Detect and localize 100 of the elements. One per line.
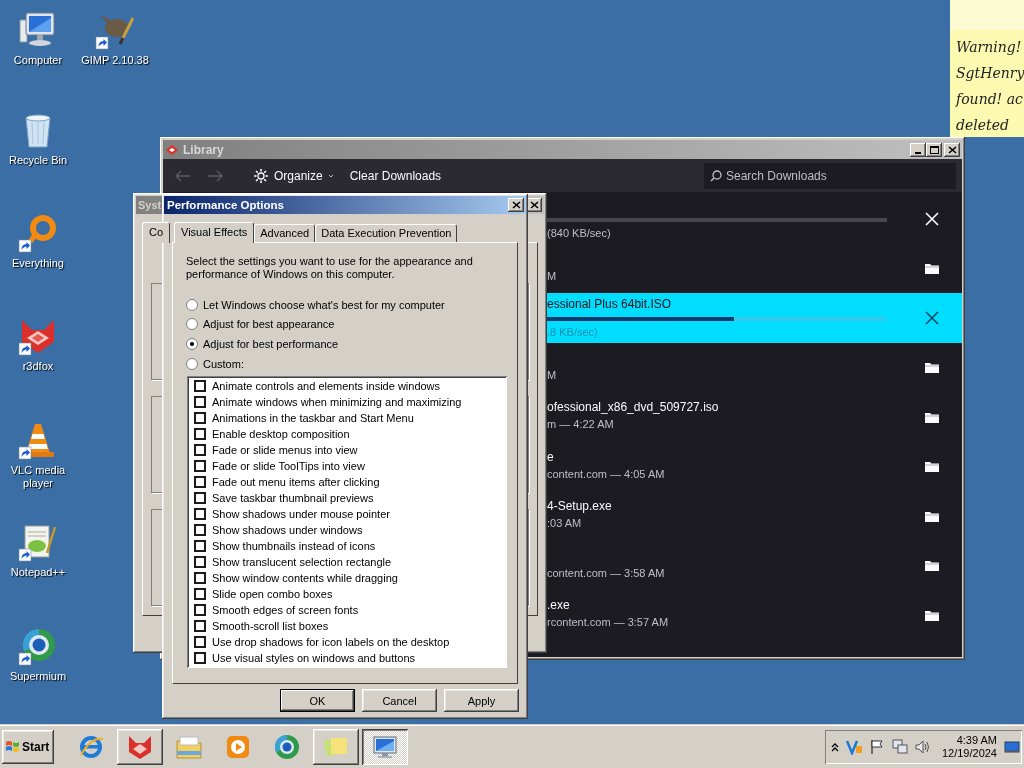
checkbox[interactable] — [194, 636, 206, 649]
desktop-icon-label[interactable]: Recycle Bin — [8, 154, 68, 167]
checkbox-label[interactable]: Slide open combo boxes — [212, 588, 333, 601]
checkbox-label[interactable]: Fade or slide ToolTips into view — [212, 460, 365, 473]
checkbox-label[interactable]: Use drop shadows for icon labels on the desktop — [212, 636, 450, 649]
checkbox-label[interactable]: Show shadows under mouse pointer — [212, 508, 390, 521]
checkbox-label[interactable]: Smooth-scroll list boxes — [212, 620, 329, 633]
app-icon[interactable] — [845, 738, 862, 755]
desktop-icon-label[interactable]: Everything — [12, 257, 64, 270]
checkbox[interactable] — [194, 652, 206, 665]
download-row[interactable]: M — [547, 243, 962, 293]
checkbox[interactable] — [194, 508, 206, 521]
radio-label[interactable]: Adjust for best performance — [203, 338, 339, 350]
download-row[interactable]: ofessional_x86_dvd_509727.iso m — 4:22 AM — [547, 392, 962, 442]
folder-icon[interactable] — [925, 559, 939, 572]
search-field[interactable]: Search Downloads — [704, 162, 956, 189]
app-icon — [165, 143, 179, 156]
radio-label[interactable]: Custom: — [203, 357, 244, 370]
checkbox[interactable] — [194, 380, 206, 393]
download-row[interactable]: (840 KB/sec) — [547, 194, 962, 244]
tab[interactable]: Advanced — [254, 224, 316, 242]
checkbox-label[interactable]: Enable desktop composition — [212, 428, 350, 441]
checkbox-label[interactable]: Save taskbar thumbnail previews — [212, 492, 374, 505]
download-row[interactable]: M — [547, 342, 962, 392]
checkbox-label[interactable]: Animations in the taskbar and Start Menu — [212, 412, 414, 425]
file-name: e — [547, 449, 555, 465]
tab[interactable]: Co — [142, 222, 171, 243]
clock-date[interactable]: 12/19/2024 — [941, 746, 997, 760]
checkbox-label[interactable]: Show thumbnails instead of icons — [212, 540, 376, 553]
radio-button[interactable] — [186, 298, 198, 311]
checkbox[interactable] — [194, 428, 206, 441]
clear-downloads-button[interactable]: Clear Downloads — [345, 166, 446, 185]
checkbox[interactable] — [194, 572, 206, 585]
folder-icon[interactable] — [925, 361, 939, 374]
desktop-icon-label[interactable]: GIMP 2.10.38 — [81, 54, 149, 67]
tab[interactable]: Data Execution Prevention — [315, 224, 458, 242]
checkbox-label[interactable]: Fade out menu items after clicking — [212, 476, 380, 489]
ring-icon[interactable] — [18, 213, 58, 253]
close-icon[interactable] — [925, 310, 939, 325]
desktop-icon-label[interactable]: Supermium — [9, 670, 67, 683]
checkbox-label[interactable]: Show window contents while dragging — [212, 572, 398, 585]
desktop-icon-label[interactable]: r3dfox — [22, 360, 54, 373]
chevron-icon[interactable] — [830, 741, 839, 752]
radio-button[interactable] — [186, 318, 198, 331]
checkbox[interactable] — [194, 588, 206, 601]
checkbox-label[interactable]: Show shadows under windows — [212, 524, 363, 537]
checkbox-label[interactable]: Smooth edges of screen fonts — [212, 604, 359, 617]
radio-button[interactable] — [186, 357, 198, 370]
file-name: .exe — [547, 598, 571, 613]
dialog-button[interactable]: Apply — [444, 689, 519, 712]
folder-icon[interactable] — [925, 608, 939, 621]
download-row[interactable]: content.com — 3:58 AM — [547, 540, 962, 590]
start-button[interactable]: Start — [2, 729, 54, 764]
checkbox-label[interactable]: Animate windows when minimizing and maximizing — [212, 396, 462, 409]
dialog-button[interactable]: OK — [280, 689, 355, 712]
folder-icon[interactable] — [925, 410, 939, 423]
show-desktop-icon[interactable] — [1004, 738, 1020, 755]
speaker-icon[interactable] — [914, 738, 931, 755]
checkbox[interactable] — [194, 492, 206, 505]
checkbox[interactable] — [194, 444, 206, 457]
flag-icon[interactable] — [868, 738, 885, 755]
radio-button[interactable] — [186, 338, 198, 350]
desktop-icon-label[interactable]: VLC media player — [0, 464, 78, 490]
checkbox-label[interactable]: Use visual styles on windows and buttons — [212, 652, 415, 665]
checkbox[interactable] — [194, 556, 206, 569]
checkbox[interactable] — [194, 620, 206, 633]
folder-icon[interactable] — [925, 509, 939, 522]
notepad-icon[interactable] — [18, 522, 58, 562]
desktop-icon-label[interactable]: Notepad++ — [10, 566, 66, 579]
download-row[interactable]: e content.com — 4:05 AM — [547, 441, 962, 491]
taskbar-button[interactable] — [362, 728, 408, 765]
checkbox-label[interactable]: Animate controls and elements inside windows — [212, 380, 441, 393]
checkbox[interactable] — [194, 604, 206, 617]
sticky-note[interactable]: Warning! SgtHenry found! ac deleted — [950, 0, 1024, 137]
checkbox-label[interactable]: Show translucent selection rectangle — [212, 556, 392, 569]
checkbox[interactable] — [194, 476, 206, 489]
checkbox[interactable] — [194, 524, 206, 537]
checkbox[interactable] — [194, 396, 206, 409]
network-icon[interactable] — [891, 738, 908, 755]
file-name: essional Plus 64bit.ISO — [547, 297, 673, 312]
download-row[interactable]: .exe rcontent.com — 3:57 AM — [547, 590, 962, 640]
checkbox[interactable] — [194, 540, 206, 553]
desktop-icon-label[interactable]: Computer — [13, 54, 63, 67]
download-row[interactable]: 4-Setup.exe :03 AM — [547, 491, 962, 541]
checkbox-label[interactable]: Fade or slide menus into view — [212, 444, 358, 457]
folder-icon[interactable] — [925, 460, 939, 473]
taskbar-button[interactable] — [313, 728, 359, 765]
checkbox[interactable] — [194, 412, 206, 425]
clock-time[interactable]: 4:39 AM — [956, 733, 997, 747]
radio-label[interactable]: Adjust for best appearance — [203, 318, 335, 331]
radio-label[interactable]: Let Windows choose what's best for my computer — [203, 298, 445, 311]
organize-button[interactable]: Organize — [249, 165, 338, 186]
taskbar-button[interactable] — [117, 728, 163, 765]
dialog-button[interactable]: Cancel — [362, 689, 437, 712]
download-row[interactable]: essional Plus 64bit.ISO .8 KB/sec) — [547, 293, 962, 343]
window-title: Syst — [138, 199, 162, 211]
tab[interactable]: Visual Effects — [174, 222, 255, 243]
checkbox[interactable] — [194, 460, 206, 473]
folder-icon[interactable] — [925, 262, 939, 275]
globe-icon[interactable] — [18, 626, 58, 666]
